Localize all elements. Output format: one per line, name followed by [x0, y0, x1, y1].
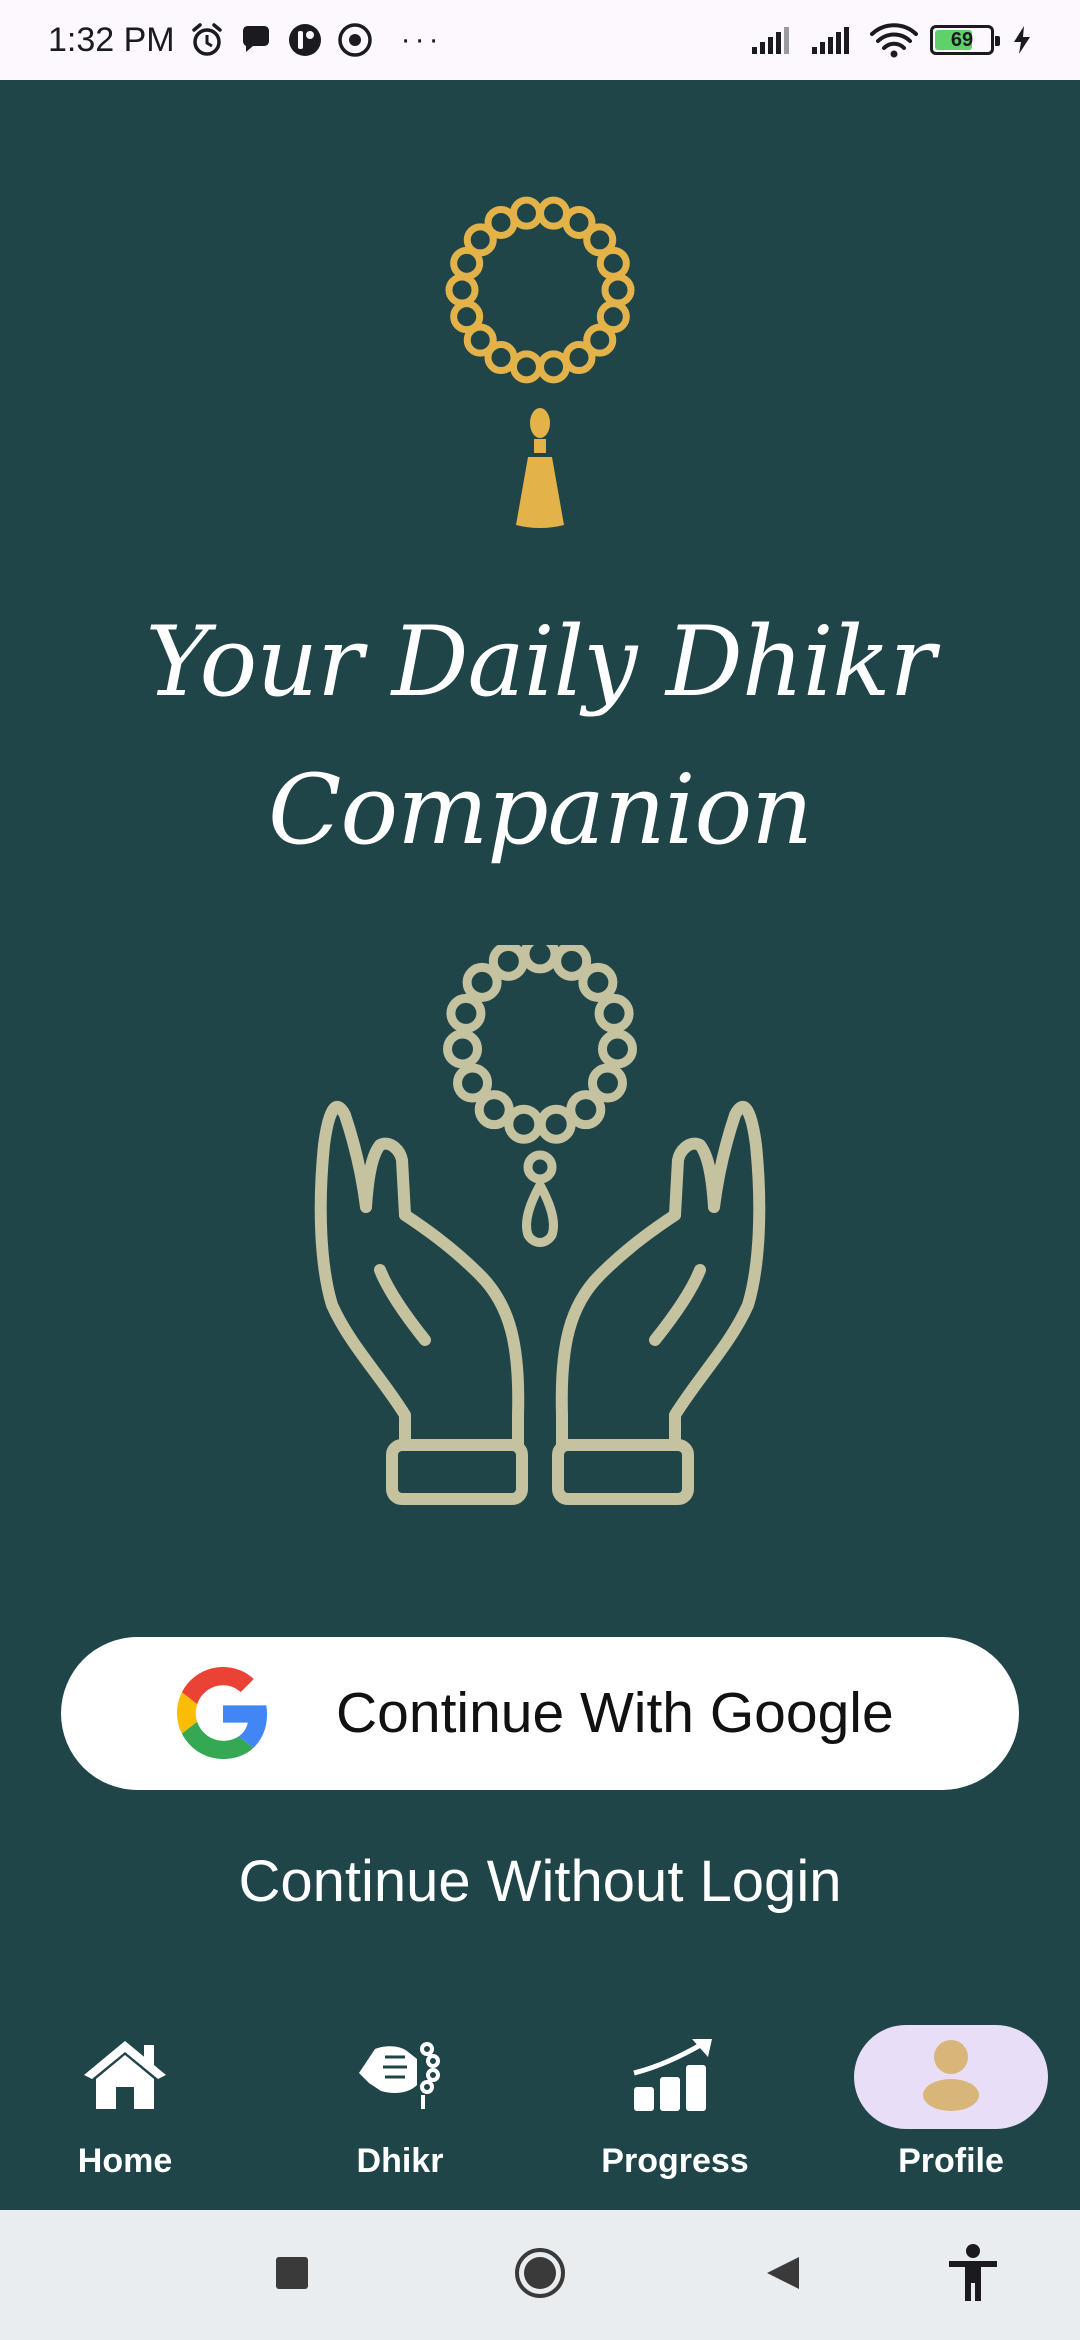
praying-hands-illustration [310, 934, 770, 1509]
target-icon [337, 22, 373, 58]
prayer-bead [536, 1104, 576, 1144]
prayer-bead [443, 1029, 483, 1069]
signal-icon [750, 25, 798, 55]
rosary-neck [534, 439, 546, 453]
rosary-bead [596, 246, 630, 280]
prayer-bead [578, 962, 618, 1002]
nav-icon-container [303, 2025, 497, 2129]
continue-with-google-button[interactable]: Continue With Google [61, 1637, 1019, 1790]
system-navigation-bar [0, 2210, 1080, 2340]
prayer-bead [520, 934, 560, 974]
accessibility-icon [945, 2243, 1001, 2307]
signal-icon [810, 25, 858, 55]
prayer-beads-hand-icon [355, 2035, 445, 2119]
page-title: Your Daily Dhikr Companion [0, 588, 1080, 884]
prayer-bead [594, 993, 634, 1033]
continue-with-google-label: Continue With Google [336, 1681, 894, 1745]
status-time: 1:32 PM [48, 20, 175, 59]
charging-bolt-icon [1012, 25, 1032, 55]
status-right: 69 [750, 22, 1032, 58]
home-button[interactable] [513, 2210, 567, 2340]
nav-item-profile[interactable]: Profile [831, 2010, 1071, 2200]
nav-item-dhikr[interactable]: Dhikr [280, 2010, 520, 2200]
nav-item-home[interactable]: Home [5, 2010, 245, 2200]
google-logo-icon [177, 1667, 269, 1763]
battery-icon: 69 [930, 25, 1000, 55]
alarm-icon [189, 22, 225, 58]
battery-tip [995, 36, 1000, 46]
bottom-navigation: Home Dhikr Progress Profile [0, 2000, 1080, 2210]
rosary-bead [537, 350, 571, 384]
nav-label-home: Home [77, 2142, 173, 2180]
prayer-bead [446, 993, 486, 1033]
rosary-bead [509, 196, 543, 230]
app-notification-icon [287, 22, 323, 58]
person-icon [921, 2037, 981, 2117]
prayer-bead [488, 941, 528, 981]
rosary-tassel [516, 457, 564, 528]
nav-icon-container [578, 2025, 772, 2129]
rosary-stem-bead [530, 408, 550, 438]
back-triangle-icon [763, 2253, 803, 2297]
back-button[interactable] [763, 2210, 803, 2340]
progress-chart-icon [630, 2037, 720, 2117]
prayer-bead [587, 1063, 627, 1103]
rosary-bead [601, 273, 635, 307]
status-left: 1:32 PM ··· [48, 21, 443, 60]
home-icon [80, 2037, 170, 2117]
prayer-bead [474, 1090, 514, 1130]
title-line-1: Your Daily Dhikr [145, 606, 936, 718]
nav-label-profile: Profile [898, 2142, 1004, 2180]
nav-item-progress[interactable]: Progress [555, 2010, 795, 2200]
nav-label-dhikr: Dhikr [356, 2142, 444, 2180]
wifi-icon [870, 22, 918, 58]
status-bar: 1:32 PM ··· 69 [0, 0, 1080, 80]
prayer-bead [566, 1090, 606, 1130]
accessibility-button[interactable] [945, 2210, 1001, 2340]
battery-level-text: 69 [950, 28, 974, 51]
square-icon [272, 2253, 312, 2297]
continue-without-login-link[interactable]: Continue Without Login [0, 1848, 1080, 1915]
rosary-bead [450, 300, 484, 334]
nav-label-progress: Progress [601, 2142, 749, 2180]
rosary-bead [445, 273, 479, 307]
nav-icon-container [28, 2025, 222, 2129]
prayer-bead [597, 1029, 637, 1069]
circle-icon [513, 2246, 567, 2304]
status-overflow: ··· [400, 23, 443, 56]
logo-rosary-icon [430, 195, 650, 539]
recent-apps-button[interactable] [272, 2210, 312, 2340]
prayer-bead-drop [522, 1175, 558, 1247]
prayer-bead [504, 1104, 544, 1144]
chat-bubble-icon [239, 23, 273, 57]
nav-active-pill [854, 2025, 1048, 2129]
prayer-bead-knot [523, 1150, 557, 1184]
prayer-bead [453, 1063, 493, 1103]
title-line-2: Companion [267, 754, 813, 866]
